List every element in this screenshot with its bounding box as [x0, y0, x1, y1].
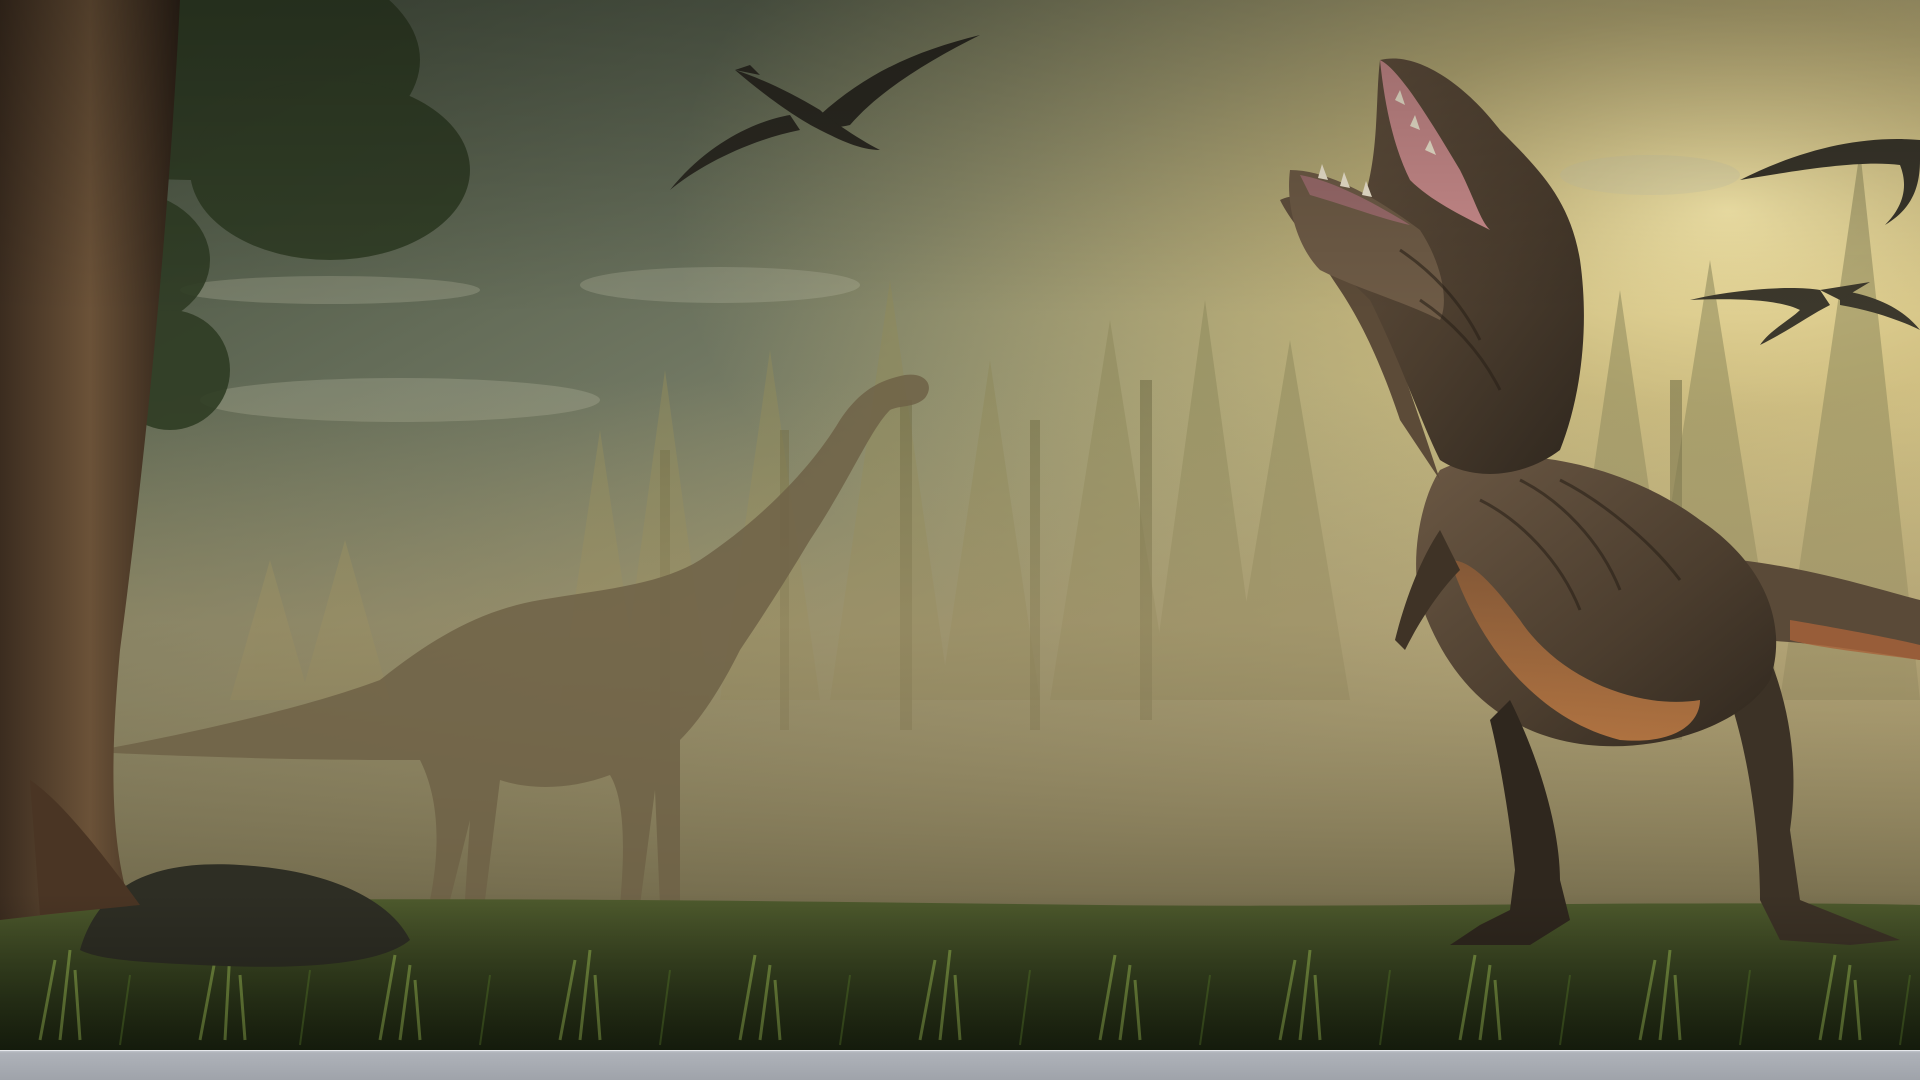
desktop-wallpaper [0, 0, 1920, 1050]
taskbar[interactable] [0, 1050, 1920, 1080]
wallpaper-scene [0, 0, 1920, 1050]
vignette [0, 0, 1920, 1050]
